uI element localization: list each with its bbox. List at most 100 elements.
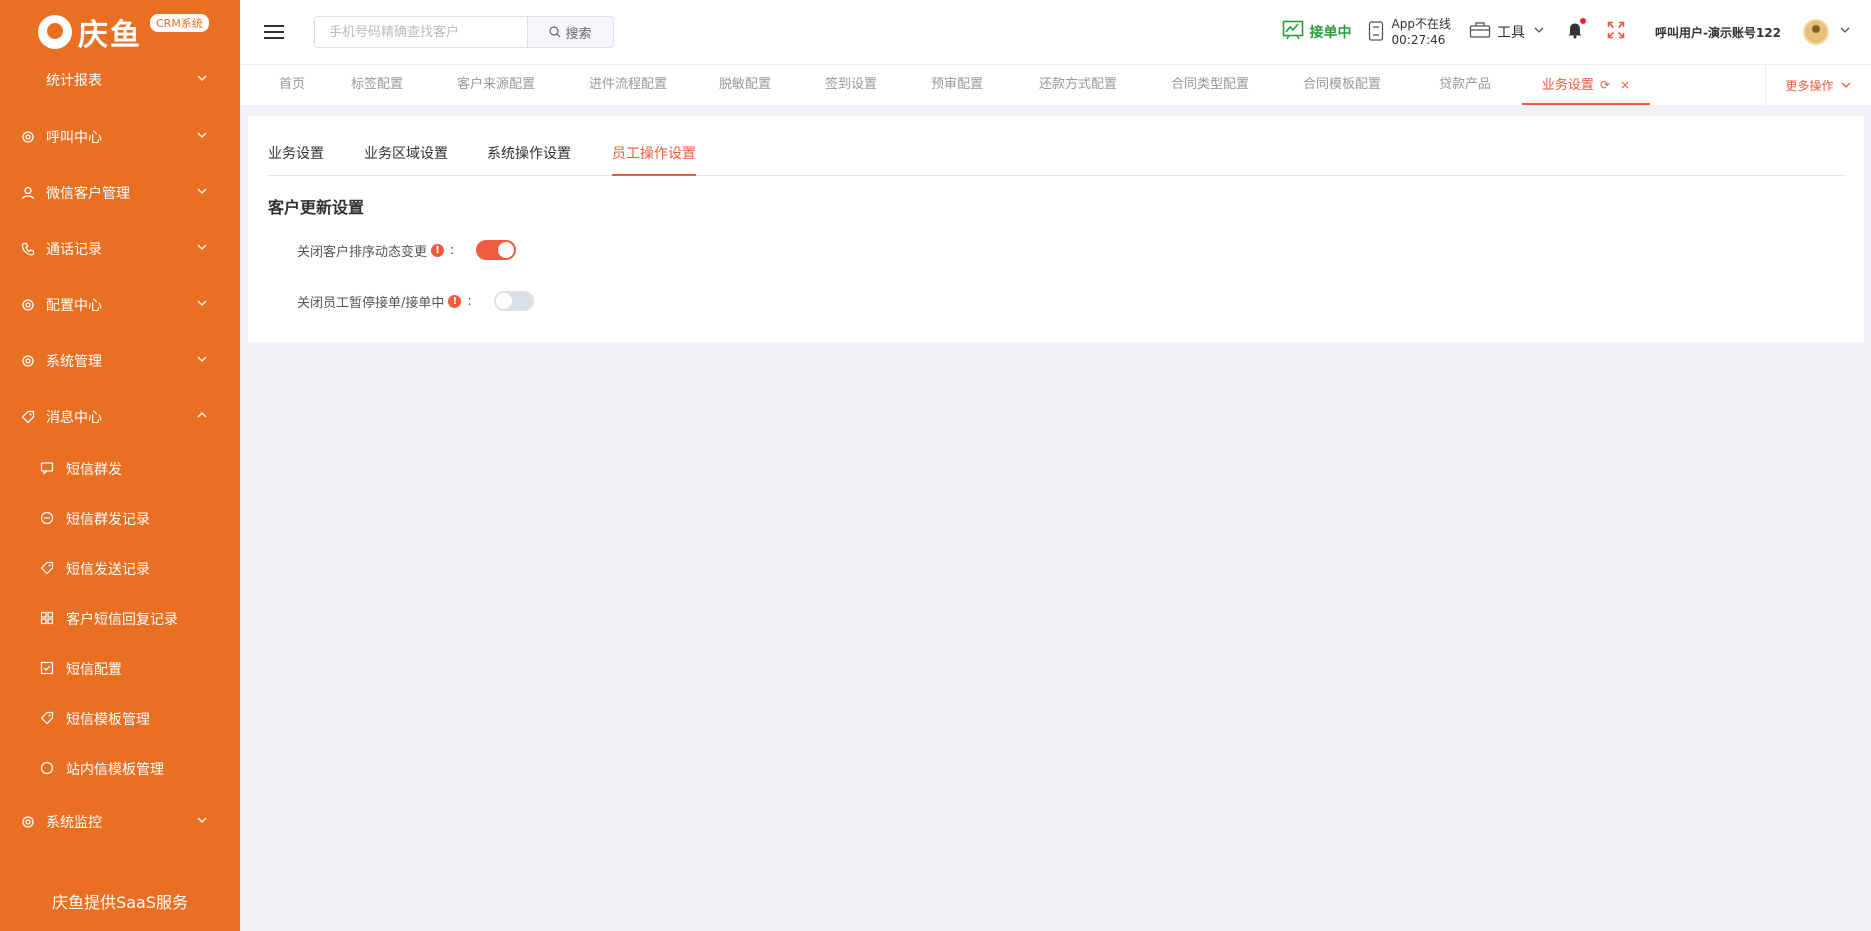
- subtab-business-settings[interactable]: 业务设置: [268, 136, 324, 176]
- sidebar-item-stats[interactable]: 统计报表: [0, 60, 240, 100]
- search-input[interactable]: [314, 16, 528, 48]
- sidebar-subitem-label: 短信群发: [66, 462, 122, 478]
- tab-customer-source-config[interactable]: 客户来源配置: [446, 65, 546, 105]
- logo: 庆鱼 CRM系统: [0, 0, 240, 64]
- sidebar-item-label: 系统管理: [46, 354, 102, 370]
- settings-sub-tabs: 业务设置 业务区域设置 系统操作设置 员工操作设置: [268, 136, 1846, 176]
- toolbox-icon: [1469, 21, 1491, 43]
- subtab-system-operation-settings[interactable]: 系统操作设置: [487, 136, 571, 176]
- sidebar-subitem-label: 客户短信回复记录: [66, 612, 178, 628]
- tab-home[interactable]: 首页: [272, 65, 312, 105]
- brand-name: 庆鱼: [78, 18, 142, 53]
- toggle-disable-sort-change[interactable]: [476, 240, 517, 260]
- tab-repayment-config[interactable]: 还款方式配置: [1028, 65, 1128, 105]
- setting-label: 关闭员工暂停接单/接单中: [297, 295, 445, 311]
- order-status-label: 接单中: [1309, 25, 1352, 41]
- warning-icon[interactable]: !: [431, 243, 445, 257]
- more-actions-label: 更多操作: [1785, 78, 1834, 93]
- sidebar-item-label: 系统监控: [46, 815, 102, 831]
- sidebar-item-label: 呼叫中心: [46, 130, 102, 146]
- fullscreen-button[interactable]: [1607, 21, 1625, 43]
- subtab-staff-operation-settings[interactable]: 员工操作设置: [612, 136, 696, 176]
- app-status: App不在线 00:27:46: [1368, 16, 1451, 48]
- sidebar-subitem-label: 短信配置: [66, 662, 122, 678]
- search-button-label: 搜索: [565, 26, 592, 42]
- notification-bell[interactable]: [1567, 18, 1586, 43]
- tag-icon: [20, 409, 36, 425]
- order-status-toggle[interactable]: 接单中: [1282, 20, 1352, 44]
- sidebar-item-message-center[interactable]: 消息中心: [0, 397, 240, 437]
- setting-row-disable-pause-orders: 关闭员工暂停接单/接单中 ! :: [297, 291, 534, 311]
- user-icon: [20, 185, 36, 201]
- search-bar: 搜索: [314, 16, 614, 48]
- tab-business-settings[interactable]: 业务设置 ⟳ ×: [1522, 65, 1650, 105]
- tab-tag-config[interactable]: 标签配置: [342, 65, 412, 105]
- app-status-text: App不在线: [1391, 17, 1451, 31]
- gear-icon: [20, 297, 36, 313]
- more-actions-dropdown[interactable]: 更多操作: [1765, 65, 1871, 105]
- tab-pre-review-config[interactable]: 预审配置: [922, 65, 992, 105]
- tab-workflow-config[interactable]: 进件流程配置: [578, 65, 678, 105]
- sidebar-subitem-sms-broadcast[interactable]: 短信群发: [0, 449, 240, 489]
- chat-bubble-icon: [40, 761, 56, 777]
- sidebar-item-call-records[interactable]: 通话记录: [0, 229, 240, 269]
- tab-loan-products[interactable]: 贷款产品: [1430, 65, 1500, 105]
- setting-label: 关闭客户排序动态变更: [297, 244, 428, 260]
- sidebar-subitem-label: 短信群发记录: [66, 512, 150, 528]
- trend-chart-icon: [1282, 20, 1304, 44]
- sidebar-item-wechat-customers[interactable]: 微信客户管理: [0, 173, 240, 213]
- tab-contract-type-config[interactable]: 合同类型配置: [1160, 65, 1260, 105]
- header-actions: 接单中 App不在线 00:27:46 工具 呼叫用户-演示账号122: [1282, 0, 1871, 64]
- sidebar-subitem-inbox-templates[interactable]: 站内信模板管理: [0, 749, 240, 789]
- chevron-down-icon: [196, 353, 208, 368]
- refresh-icon[interactable]: ⟳: [1600, 78, 1610, 92]
- sidebar: 庆鱼 CRM系统 统计报表 呼叫中心 微信客户管理 通话记录 配置中心 系统管理…: [0, 0, 240, 931]
- page-tabs: 首页 标签配置 客户来源配置 进件流程配置 脱敏配置 签到设置 预审配置 还款方…: [240, 64, 1871, 105]
- phone-icon: [20, 241, 36, 257]
- sidebar-item-system-admin[interactable]: 系统管理: [0, 341, 240, 381]
- sidebar-subitem-sms-broadcast-records[interactable]: 短信群发记录: [0, 499, 240, 539]
- sidebar-item-label: 统计报表: [46, 73, 102, 89]
- avatar[interactable]: [1803, 19, 1829, 45]
- chevron-down-icon[interactable]: [1839, 24, 1851, 40]
- tools-dropdown[interactable]: 工具: [1469, 21, 1545, 43]
- sidebar-subitem-sms-templates[interactable]: 短信模板管理: [0, 699, 240, 739]
- tab-contract-template-config[interactable]: 合同模板配置: [1292, 65, 1392, 105]
- sidebar-footer: 庆鱼提供SaaS服务: [52, 893, 188, 912]
- menu-toggle-icon[interactable]: [264, 25, 284, 39]
- sidebar-item-config-center[interactable]: 配置中心: [0, 285, 240, 325]
- top-header: 搜索 接单中 App不在线 00:27:46 工具: [240, 0, 1871, 64]
- chevron-down-icon: [1533, 24, 1545, 40]
- chevron-down-icon: [196, 814, 208, 829]
- chevron-up-icon: [196, 409, 208, 424]
- user-name: 呼叫用户-演示账号122: [1654, 25, 1781, 40]
- tools-label: 工具: [1496, 25, 1525, 41]
- notification-dot: [1579, 18, 1586, 24]
- minus-circle-icon: [40, 511, 56, 527]
- sidebar-subitem-sms-config[interactable]: 短信配置: [0, 649, 240, 689]
- close-icon[interactable]: ×: [1620, 78, 1630, 92]
- subtab-region-settings[interactable]: 业务区域设置: [364, 136, 448, 176]
- tab-checkin-settings[interactable]: 签到设置: [816, 65, 886, 105]
- sidebar-item-label: 通话记录: [46, 242, 102, 258]
- mobile-icon: [1368, 20, 1384, 44]
- toggle-disable-pause-orders[interactable]: [493, 291, 534, 311]
- tab-label: 业务设置: [1541, 78, 1594, 93]
- sidebar-subitem-customer-sms-replies[interactable]: 客户短信回复记录: [0, 599, 240, 639]
- sidebar-item-call-center[interactable]: 呼叫中心: [0, 117, 240, 157]
- sidebar-subitem-label: 短信发送记录: [66, 562, 150, 578]
- sidebar-subitem-sms-send-records[interactable]: 短信发送记录: [0, 549, 240, 589]
- tab-masking-config[interactable]: 脱敏配置: [710, 65, 780, 105]
- sidebar-item-label: 配置中心: [46, 298, 102, 314]
- chevron-down-icon: [196, 185, 208, 200]
- brand-badge: CRM系统: [150, 14, 209, 32]
- search-icon: [549, 26, 561, 38]
- settings-card: 业务设置 业务区域设置 系统操作设置 员工操作设置 客户更新设置 关闭客户排序动…: [248, 116, 1864, 342]
- fullscreen-icon: [1607, 21, 1625, 39]
- chevron-down-icon: [196, 72, 208, 87]
- warning-icon[interactable]: !: [448, 294, 462, 308]
- sidebar-item-system-monitor[interactable]: 系统监控: [0, 802, 240, 842]
- search-button[interactable]: 搜索: [528, 16, 614, 48]
- gear-icon: [20, 353, 36, 369]
- setting-row-disable-sort-change: 关闭客户排序动态变更 ! :: [297, 240, 517, 260]
